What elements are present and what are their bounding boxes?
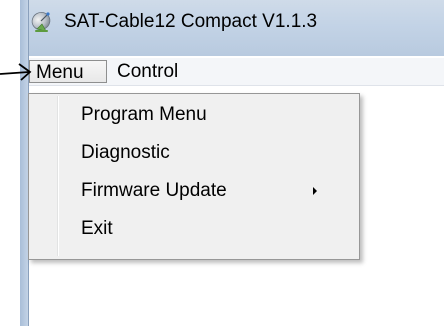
title-bar: SAT-Cable12 Compact V1.1.3 xyxy=(20,0,444,56)
satellite-dish-icon xyxy=(31,11,51,32)
menu-item-exit[interactable]: Exit xyxy=(31,212,357,246)
menu-item-label: Diagnostic xyxy=(81,142,170,163)
submenu-arrow-icon xyxy=(313,187,317,195)
menu-item-program-menu[interactable]: Program Menu xyxy=(31,98,357,132)
menu-item-label: Exit xyxy=(81,218,113,239)
menu-item-label: Firmware Update xyxy=(81,180,227,201)
menubar-item-control[interactable]: Control xyxy=(111,60,199,83)
menu-item-diagnostic[interactable]: Diagnostic xyxy=(31,136,357,170)
menu-item-label: Program Menu xyxy=(81,104,207,125)
menu-bar: Menu Control xyxy=(29,58,444,86)
pointer-arrow-icon xyxy=(0,63,32,81)
menu-item-firmware-update[interactable]: Firmware Update xyxy=(31,174,357,208)
window-title: SAT-Cable12 Compact V1.1.3 xyxy=(64,11,318,32)
menu-dropdown: Program Menu Diagnostic Firmware Update … xyxy=(28,93,360,260)
menubar-item-menu[interactable]: Menu xyxy=(29,60,107,83)
